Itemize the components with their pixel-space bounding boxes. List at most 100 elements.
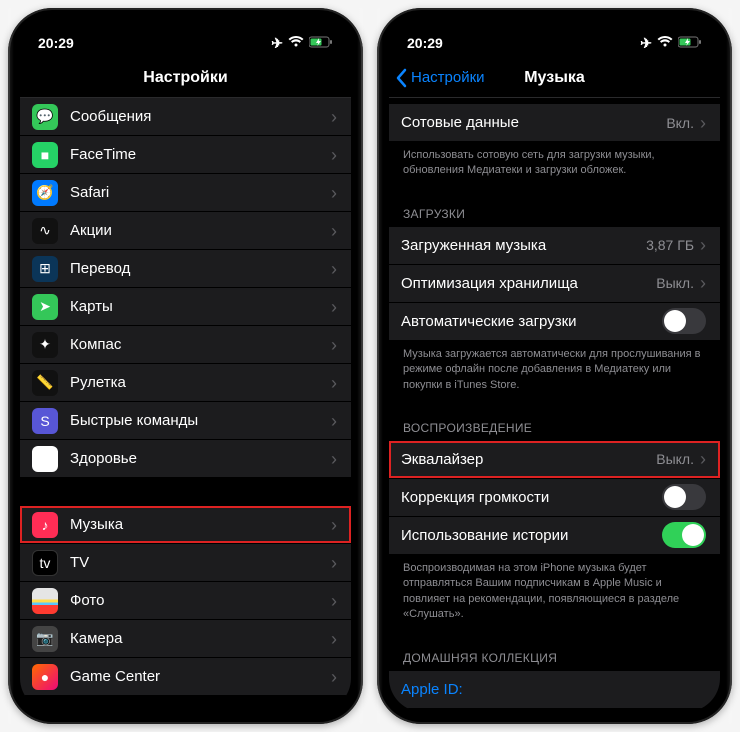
battery-icon <box>678 35 702 51</box>
phone-left: 20:29 ✈ Настройки 💬 Сообщения ›■ FaceTim… <box>8 8 363 724</box>
page-title: Музыка <box>524 69 585 87</box>
status-time: 20:29 <box>407 35 443 51</box>
row-label: TV <box>70 554 331 571</box>
toggle-switch[interactable] <box>662 522 706 548</box>
app-icon: ∿ <box>32 218 58 244</box>
settings-row[interactable]: Загруженная музыка3,87 ГБ › <box>389 227 720 265</box>
row-label: Камера <box>70 630 331 647</box>
app-icon: ■ <box>32 142 58 168</box>
settings-row[interactable]: ♥ Здоровье › <box>20 440 351 478</box>
settings-row[interactable]: ∿ Акции › <box>20 212 351 250</box>
airplane-icon: ✈ <box>640 35 652 52</box>
chevron-right-icon: › <box>700 236 706 254</box>
settings-row[interactable]: tv TV › <box>20 544 351 582</box>
settings-row[interactable]: 📏 Рулетка › <box>20 364 351 402</box>
app-icon: ♪ <box>32 512 58 538</box>
row-label: Быстрые команды <box>70 412 331 429</box>
row-label: Эквалайзер <box>401 451 656 468</box>
settings-row[interactable]: 💬 Сообщения › <box>20 98 351 136</box>
row-cellular-data[interactable]: Сотовые данные Вкл. › <box>389 104 720 142</box>
row-apple-id[interactable]: Apple ID: <box>389 671 720 709</box>
app-icon: ➤ <box>32 294 58 320</box>
airplane-icon: ✈ <box>271 35 283 52</box>
settings-row[interactable]: ■ FaceTime › <box>20 136 351 174</box>
phone-right: 20:29 ✈ Настройки Музыка Сотовые данные <box>377 8 732 724</box>
back-button[interactable]: Настройки <box>395 68 485 88</box>
row-label: FaceTime <box>70 146 331 163</box>
chevron-right-icon: › <box>331 260 337 278</box>
section-header-privacy: КОНФИДЕНЦИАЛЬНОСТЬ <box>389 709 720 712</box>
row-label: Акции <box>70 222 331 239</box>
chevron-right-icon: › <box>331 298 337 316</box>
chevron-right-icon: › <box>700 450 706 468</box>
app-icon: 💬 <box>32 104 58 130</box>
music-settings[interactable]: Сотовые данные Вкл. › Использовать сотов… <box>389 98 720 712</box>
settings-row[interactable]: 📷 Камера › <box>20 620 351 658</box>
settings-row[interactable]: Автоматические загрузки <box>389 303 720 341</box>
row-label: Оптимизация хранилища <box>401 275 656 292</box>
settings-list[interactable]: 💬 Сообщения ›■ FaceTime ›🧭 Safari ›∿ Акц… <box>20 98 351 712</box>
row-label: Компас <box>70 336 331 353</box>
row-label: Использование истории <box>401 527 662 544</box>
section-footer: Воспроизводимая на этом iPhone музыка бу… <box>389 555 720 627</box>
chevron-right-icon: › <box>331 516 337 534</box>
chevron-right-icon: › <box>700 274 706 292</box>
settings-row[interactable]: ЭквалайзерВыкл.› <box>389 441 720 479</box>
chevron-right-icon: › <box>331 450 337 468</box>
row-label: Safari <box>70 184 331 201</box>
apple-id-link[interactable]: Apple ID: <box>401 681 706 698</box>
back-label: Настройки <box>411 69 485 86</box>
section-footer: Музыка загружается автоматически для про… <box>389 341 720 397</box>
settings-row[interactable]: S Быстрые команды › <box>20 402 351 440</box>
chevron-right-icon: › <box>331 592 337 610</box>
row-label: Сообщения <box>70 108 331 125</box>
settings-row[interactable]: ♪ Музыка › <box>20 506 351 544</box>
chevron-right-icon: › <box>331 374 337 392</box>
settings-row[interactable]: ● Game Center › <box>20 658 351 696</box>
settings-row[interactable]: Использование истории <box>389 517 720 555</box>
app-icon <box>32 588 58 614</box>
chevron-right-icon: › <box>331 668 337 686</box>
row-label: Коррекция громкости <box>401 489 662 506</box>
app-icon: 📷 <box>32 626 58 652</box>
section-header-playback: ВОСПРОИЗВЕДЕНИЕ <box>389 397 720 441</box>
row-label: Перевод <box>70 260 331 277</box>
settings-row[interactable]: ✦ Компас › <box>20 326 351 364</box>
row-value: 3,87 ГБ <box>646 237 694 253</box>
notch <box>111 20 261 44</box>
row-label: Здоровье <box>70 450 331 467</box>
section-footer: Использовать сотовую сеть для загрузки м… <box>389 142 720 183</box>
settings-row[interactable]: Фото › <box>20 582 351 620</box>
app-icon: ⊞ <box>32 256 58 282</box>
chevron-right-icon: › <box>331 630 337 648</box>
status-time: 20:29 <box>38 35 74 51</box>
settings-row[interactable]: ⊞ Перевод › <box>20 250 351 288</box>
settings-row[interactable]: Оптимизация хранилищаВыкл.› <box>389 265 720 303</box>
app-icon: S <box>32 408 58 434</box>
settings-row[interactable]: Коррекция громкости <box>389 479 720 517</box>
row-label: Сотовые данные <box>401 114 666 131</box>
row-value: Вкл. <box>666 115 694 131</box>
nav-header-left: Настройки <box>20 58 351 98</box>
nav-header-right: Настройки Музыка <box>389 58 720 98</box>
row-label: Музыка <box>70 516 331 533</box>
settings-row[interactable]: 🧭 Safari › <box>20 174 351 212</box>
settings-row[interactable]: ➤ Карты › <box>20 288 351 326</box>
row-label: Карты <box>70 298 331 315</box>
section-header-home: ДОМАШНЯЯ КОЛЛЕКЦИЯ <box>389 627 720 671</box>
row-label: Рулетка <box>70 374 331 391</box>
row-label: Фото <box>70 592 331 609</box>
row-label: Загруженная музыка <box>401 237 646 254</box>
app-icon: ● <box>32 664 58 690</box>
chevron-right-icon: › <box>331 184 337 202</box>
row-label: Автоматические загрузки <box>401 313 662 330</box>
chevron-right-icon: › <box>331 412 337 430</box>
toggle-switch[interactable] <box>662 308 706 334</box>
notch <box>480 20 630 44</box>
toggle-switch[interactable] <box>662 484 706 510</box>
app-icon: 📏 <box>32 370 58 396</box>
wifi-icon <box>288 35 304 51</box>
section-header-downloads: ЗАГРУЗКИ <box>389 183 720 227</box>
app-icon: tv <box>32 550 58 576</box>
app-icon: 🧭 <box>32 180 58 206</box>
